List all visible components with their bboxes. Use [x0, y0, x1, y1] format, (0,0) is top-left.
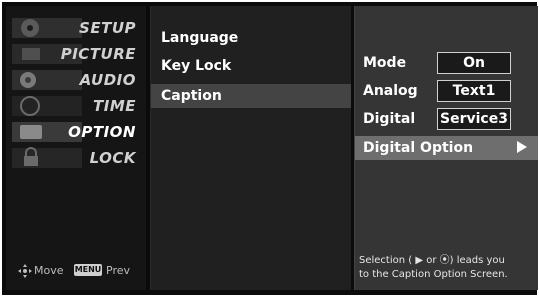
help-line-1: Selection ( ▶ or ⦿) leads you — [359, 255, 505, 266]
move-icon — [18, 264, 32, 278]
digital-option-label: Digital Option — [363, 140, 474, 156]
clock-icon — [12, 96, 82, 116]
sidebar-item-time[interactable]: TIME — [6, 94, 146, 118]
caption-mode-label: Mode — [363, 55, 407, 71]
menu-item-label: Key Lock — [161, 58, 232, 74]
move-label: Move — [34, 264, 64, 277]
help-line-2: to the Caption Option Screen. — [359, 269, 508, 280]
sidebar-item-option[interactable]: OPTION — [6, 120, 146, 144]
caption-digital-row[interactable]: Digital Service3 — [355, 106, 538, 132]
caption-analog-row[interactable]: Analog Text1 — [355, 78, 538, 104]
caption-digital-value[interactable]: Service3 — [437, 108, 511, 130]
sidebar-item-label: AUDIO — [79, 71, 136, 89]
menu-item-key-lock[interactable]: Key Lock — [151, 54, 351, 78]
digital-option-button[interactable]: Digital Option — [355, 136, 538, 160]
sidebar-item-label: TIME — [93, 97, 136, 115]
caption-mode-value[interactable]: On — [437, 52, 511, 74]
caption-digital-label: Digital — [363, 111, 416, 127]
sidebar-footer: Move MENU Prev — [6, 262, 146, 280]
caption-panel: Mode On Analog Text1 Digital Service3 Di… — [354, 6, 538, 290]
menu-item-language[interactable]: Language — [151, 26, 351, 50]
sidebar-item-label: SETUP — [79, 19, 136, 37]
menu-button-badge: MENU — [74, 264, 102, 276]
sidebar-item-lock[interactable]: LOCK — [6, 146, 146, 170]
sidebar-item-label: OPTION — [68, 123, 136, 141]
caption-help-text: Selection ( ▶ or ⦿) leads you to the Cap… — [359, 254, 535, 282]
caption-analog-value[interactable]: Text1 — [437, 80, 511, 102]
sidebar-item-setup[interactable]: SETUP — [6, 16, 146, 40]
menu-item-label: Language — [161, 30, 239, 46]
sidebar-item-label: LOCK — [89, 149, 136, 167]
sidebar-item-label: PICTURE — [60, 45, 136, 63]
sidebar: SETUP PICTURE AUDIO TIME OPTION LOCK Mov… — [6, 6, 146, 290]
caption-mode-row[interactable]: Mode On — [355, 50, 538, 76]
menu-item-caption[interactable]: Caption — [151, 84, 351, 108]
lock-icon — [12, 147, 82, 168]
sidebar-item-picture[interactable]: PICTURE — [6, 42, 146, 66]
right-triangle-icon — [517, 141, 527, 153]
tv-menu-frame: SETUP PICTURE AUDIO TIME OPTION LOCK Mov… — [2, 2, 538, 295]
prev-label: Prev — [106, 264, 130, 277]
menu-item-label: Caption — [161, 88, 222, 104]
caption-analog-label: Analog — [363, 83, 418, 99]
option-menu: Language Key Lock Caption — [150, 6, 351, 290]
sidebar-item-audio[interactable]: AUDIO — [6, 68, 146, 92]
